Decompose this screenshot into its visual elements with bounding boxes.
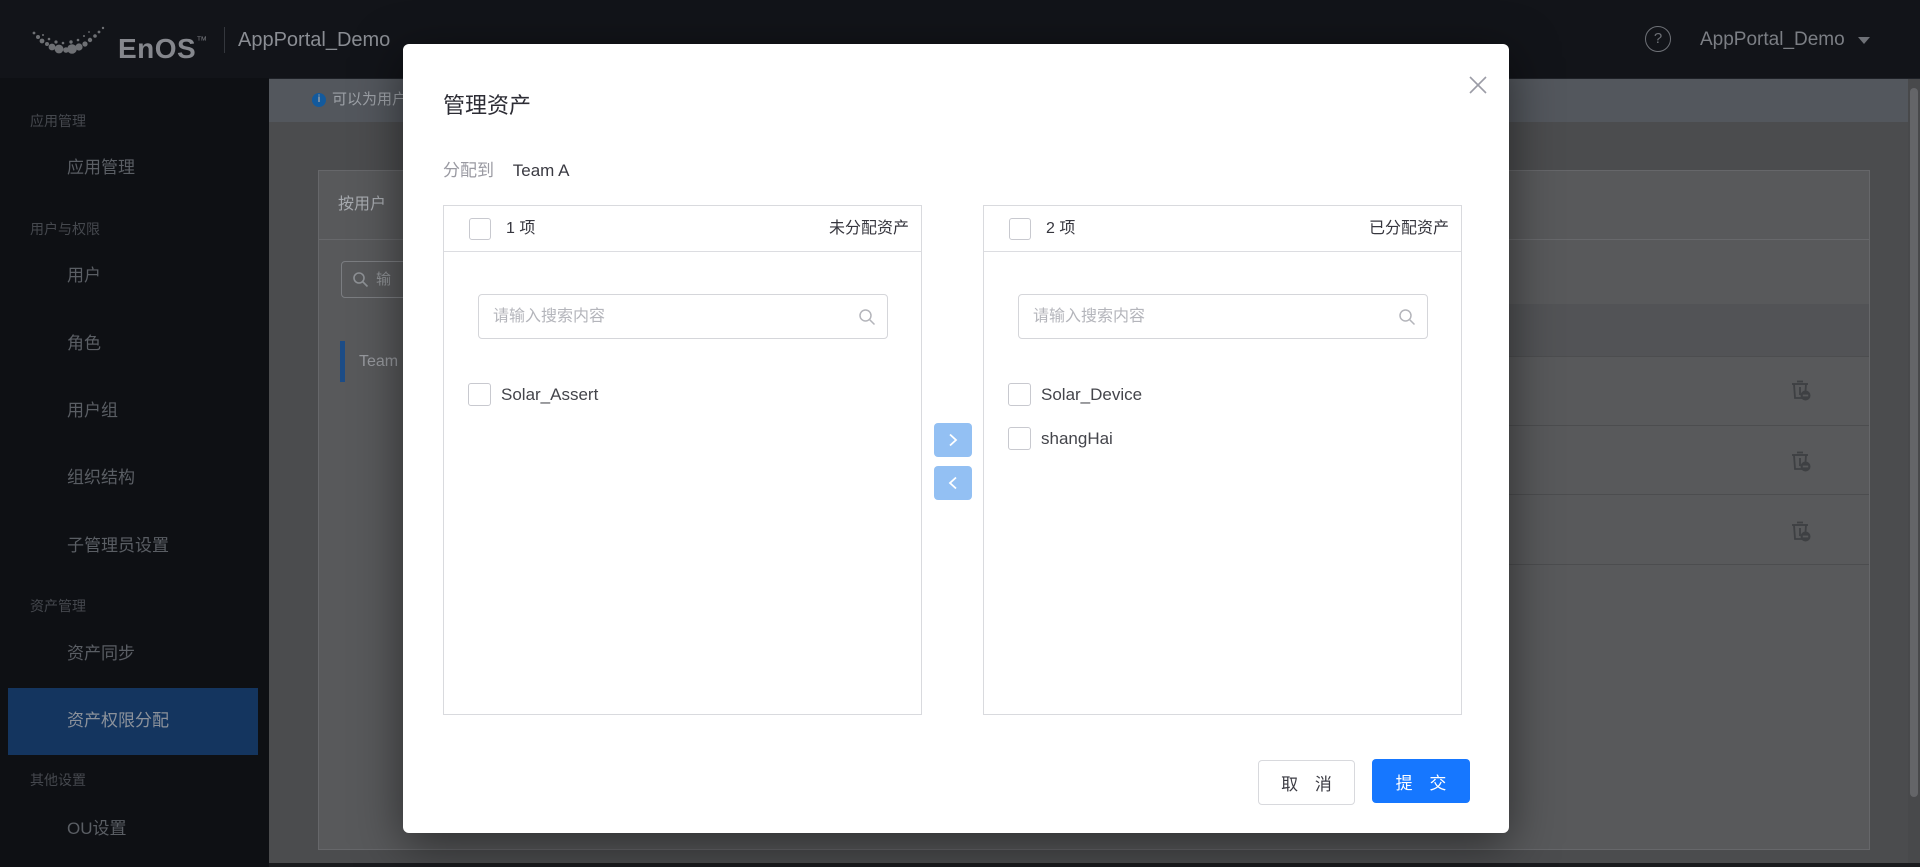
sidebar-item-org-structure[interactable]: 组织结构 — [67, 467, 135, 489]
tree-selected-bar — [340, 341, 345, 382]
item-checkbox[interactable] — [468, 383, 491, 406]
modal-title: 管理资产 — [443, 93, 532, 118]
item-count: 2 项 — [1046, 220, 1076, 237]
move-right-button[interactable] — [934, 423, 972, 457]
sidebar-item-app-mgmt[interactable]: 应用管理 — [67, 157, 135, 179]
background-search-text: 输 — [376, 271, 392, 288]
select-all-checkbox[interactable] — [469, 218, 491, 240]
assign-target-name: Team A — [512, 161, 570, 180]
move-left-button[interactable] — [934, 466, 972, 500]
panel-header: 1 项 未分配资产 — [444, 206, 921, 252]
chevron-right-icon — [949, 433, 958, 447]
search-icon — [353, 272, 369, 288]
sidebar-item-sub-admin[interactable]: 子管理员设置 — [67, 535, 169, 557]
manage-assets-modal: 管理资产 分配到 Team A 1 项 未分配资产 Solar_Assert — [403, 44, 1509, 833]
unassigned-assets-panel: 1 项 未分配资产 Solar_Assert — [443, 205, 922, 715]
item-label: Solar_Assert — [501, 385, 599, 404]
submit-button[interactable]: 提 交 — [1372, 759, 1470, 803]
info-banner-text: 可以为用户 — [332, 91, 408, 108]
sidebar-item-user-groups[interactable]: 用户组 — [67, 400, 118, 422]
sidebar-item-asset-permission[interactable]: 资产权限分配 — [67, 710, 169, 732]
unassign-asset-icon — [1792, 521, 1811, 542]
sidebar-item-asset-sync[interactable]: 资产同步 — [67, 643, 135, 665]
enos-logo-text: EnOS™ — [118, 33, 208, 64]
item-label: Solar_Device — [1041, 385, 1143, 404]
item-checkbox[interactable] — [1008, 427, 1031, 450]
chevron-left-icon — [948, 476, 957, 490]
panel-header: 2 项 已分配资产 — [984, 206, 1461, 252]
enos-logo-icon — [32, 26, 105, 54]
assign-to-row: 分配到 Team A — [443, 156, 569, 181]
item-checkbox[interactable] — [1008, 383, 1031, 406]
tab-by-user[interactable]: 按用户 — [338, 191, 386, 219]
list-item[interactable]: Solar_Assert — [444, 373, 921, 417]
sidebar-nav: 应用管理 应用管理 用户与权限 用户 角色 用户组 组织结构 子管理员设置 资产… — [0, 78, 269, 867]
help-icon[interactable]: ? — [1645, 26, 1671, 52]
page-bottom-edge — [269, 863, 1920, 867]
page-scrollbar[interactable] — [1908, 78, 1920, 863]
search-input[interactable] — [1018, 294, 1428, 339]
assign-to-label: 分配到 — [443, 161, 494, 180]
chevron-down-icon — [1858, 37, 1870, 44]
info-icon: i — [312, 93, 326, 107]
sidebar-item-roles[interactable]: 角色 — [67, 333, 101, 355]
list-item[interactable]: shangHai — [984, 417, 1461, 461]
tree-item-team: Team — [359, 353, 399, 370]
sidebar-item-users[interactable]: 用户 — [67, 265, 101, 287]
cancel-button[interactable]: 取 消 — [1258, 760, 1355, 805]
sidebar-section-app-mgmt: 应用管理 — [30, 113, 86, 129]
scrollbar-thumb[interactable] — [1910, 88, 1918, 797]
panel-title: 已分配资产 — [1368, 220, 1449, 237]
item-label: shangHai — [1041, 429, 1113, 448]
sidebar-section-asset-mgmt: 资产管理 — [30, 598, 86, 614]
app-window: EnOS™ AppPortal_Demo ? AppPortal_Demo 应用… — [0, 0, 1920, 867]
product-title: AppPortal_Demo — [238, 29, 391, 51]
unassign-asset-icon — [1792, 451, 1811, 472]
header-divider — [224, 27, 225, 53]
sidebar-item-ou-settings[interactable]: OU设置 — [67, 818, 127, 840]
account-menu[interactable]: AppPortal_Demo — [1700, 27, 1845, 53]
item-count: 1 项 — [506, 220, 536, 237]
list-item[interactable]: Solar_Device — [984, 373, 1461, 417]
assigned-assets-panel: 2 项 已分配资产 Solar_Device shangHai — [983, 205, 1462, 715]
select-all-checkbox[interactable] — [1009, 218, 1031, 240]
close-icon[interactable] — [1466, 73, 1490, 97]
sidebar-section-other: 其他设置 — [30, 772, 86, 788]
panel-title: 未分配资产 — [828, 220, 909, 237]
unassign-asset-icon — [1792, 380, 1811, 401]
search-input[interactable] — [478, 294, 888, 339]
sidebar-section-users-perms: 用户与权限 — [30, 221, 100, 237]
